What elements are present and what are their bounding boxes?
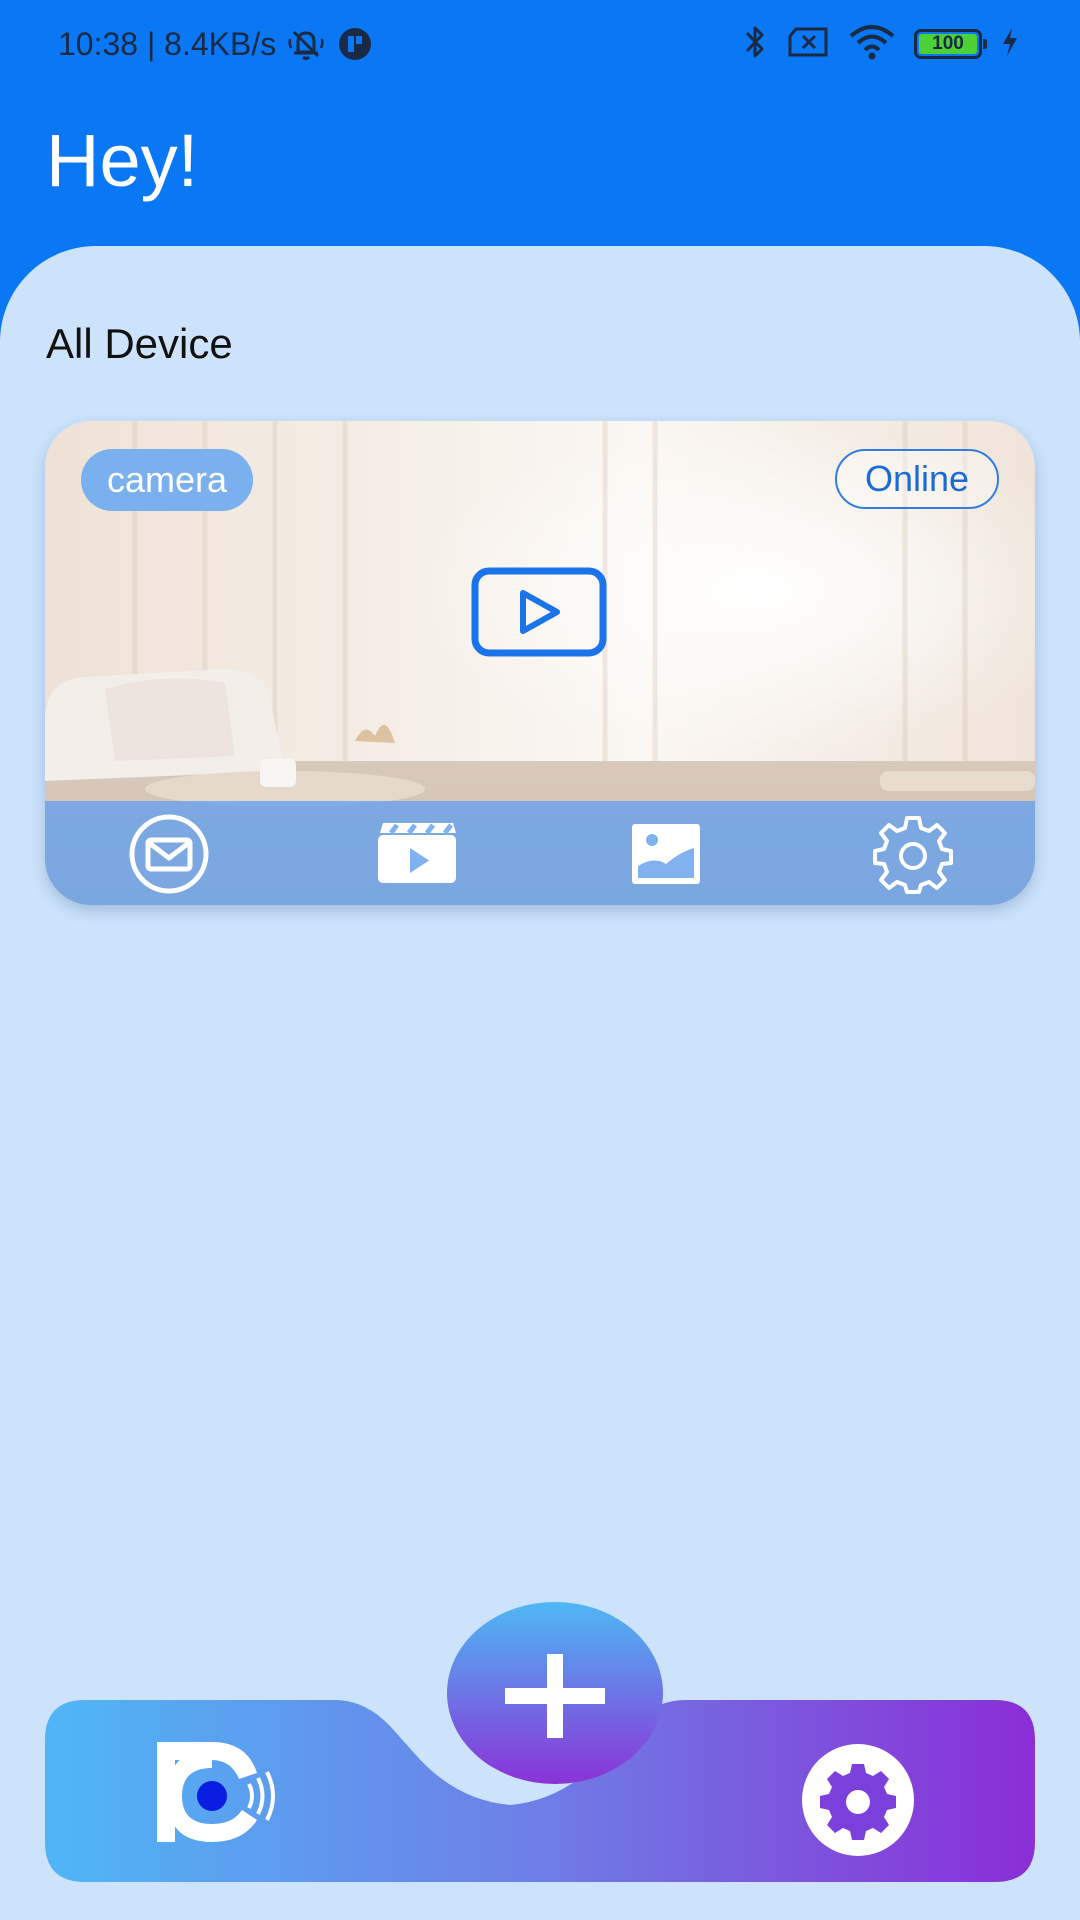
gallery-button[interactable]: [621, 811, 711, 897]
no-sim-icon: [786, 26, 830, 63]
device-status-badge: Online: [834, 449, 999, 509]
status-bar: 10:38 | 8.4KB/s 100: [0, 0, 1080, 86]
image-icon: [632, 824, 700, 884]
mute-bell-icon: [286, 26, 326, 62]
status-time-speed: 10:38 | 8.4KB/s: [58, 25, 277, 62]
app-icon: [336, 26, 374, 62]
battery-level: 100: [932, 33, 964, 54]
play-button[interactable]: [471, 567, 607, 657]
recordings-button[interactable]: [372, 811, 462, 897]
app-logo-icon: [157, 1742, 275, 1842]
battery-icon: 100: [914, 29, 987, 59]
play-icon: [471, 567, 607, 657]
device-settings-button[interactable]: [868, 811, 958, 897]
home-tab[interactable]: [157, 1738, 287, 1848]
status-right: 100: [742, 22, 1020, 66]
charging-icon: [1000, 26, 1020, 63]
status-left: 10:38 | 8.4KB/s: [58, 22, 374, 66]
device-card[interactable]: camera Online: [45, 421, 1035, 905]
add-device-button[interactable]: [447, 1602, 663, 1784]
video-clip-icon: [378, 823, 456, 883]
gear-icon: [873, 816, 953, 894]
settings-icon: [802, 1744, 914, 1856]
device-action-bar: [45, 801, 1035, 905]
device-type-badge: camera: [81, 449, 254, 511]
greeting-title: Hey!: [46, 119, 199, 202]
wifi-icon: [848, 24, 896, 65]
message-icon: [129, 814, 209, 894]
add-icon: [447, 1602, 663, 1784]
section-title: All Device: [46, 320, 233, 367]
message-button[interactable]: [124, 811, 214, 897]
bluetooth-icon: [742, 23, 768, 66]
settings-tab[interactable]: [800, 1742, 916, 1858]
